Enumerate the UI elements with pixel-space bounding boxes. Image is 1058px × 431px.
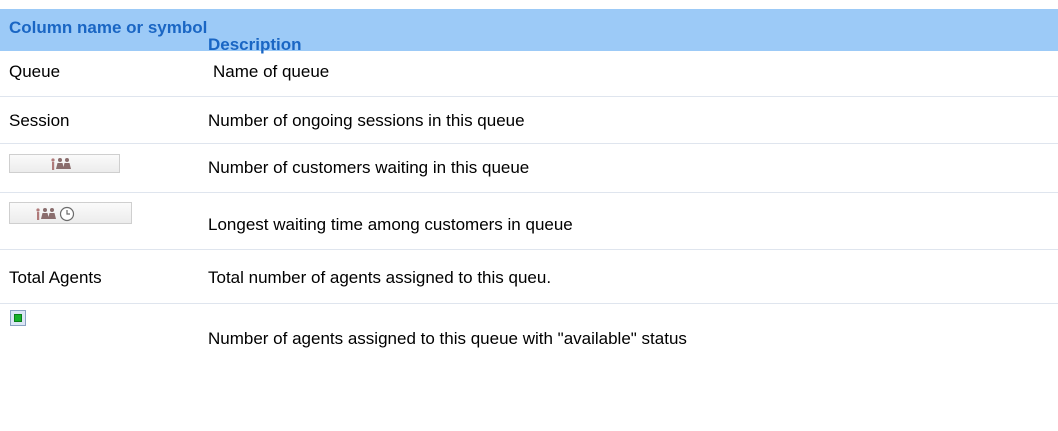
table-row: Longest waiting time among customers in … — [0, 193, 1058, 250]
table-row: Number of agents assigned to this queue … — [0, 304, 1058, 364]
table-row: Total Agents Total number of agents assi… — [0, 250, 1058, 304]
row-description: Longest waiting time among customers in … — [208, 215, 573, 234]
table-row: Session Number of ongoing sessions in th… — [0, 97, 1058, 144]
available-status-indicator — [14, 314, 22, 322]
row-description: Name of queue — [213, 62, 330, 81]
longest-wait-time-icon — [9, 202, 132, 224]
row-name: Session — [9, 111, 70, 130]
waiting-customers-icon — [9, 154, 120, 173]
row-description: Number of agents assigned to this queue … — [208, 329, 687, 348]
table-header: Column name or symbol Description — [0, 9, 1058, 53]
table-row: Number of customers waiting in this queu… — [0, 144, 1058, 193]
row-name: Total Agents — [9, 268, 102, 287]
header-column-name: Column name or symbol — [9, 18, 208, 37]
row-description: Number of customers waiting in this queu… — [208, 158, 530, 177]
row-description: Total number of agents assigned to this … — [208, 268, 552, 287]
available-status-icon — [10, 310, 26, 326]
row-name: Queue — [9, 62, 61, 81]
row-description: Number of ongoing sessions in this queue — [208, 111, 525, 130]
column-description-table: Column name or symbol Description Queue … — [0, 0, 1058, 431]
table-row: Queue Name of queue — [0, 51, 1058, 97]
